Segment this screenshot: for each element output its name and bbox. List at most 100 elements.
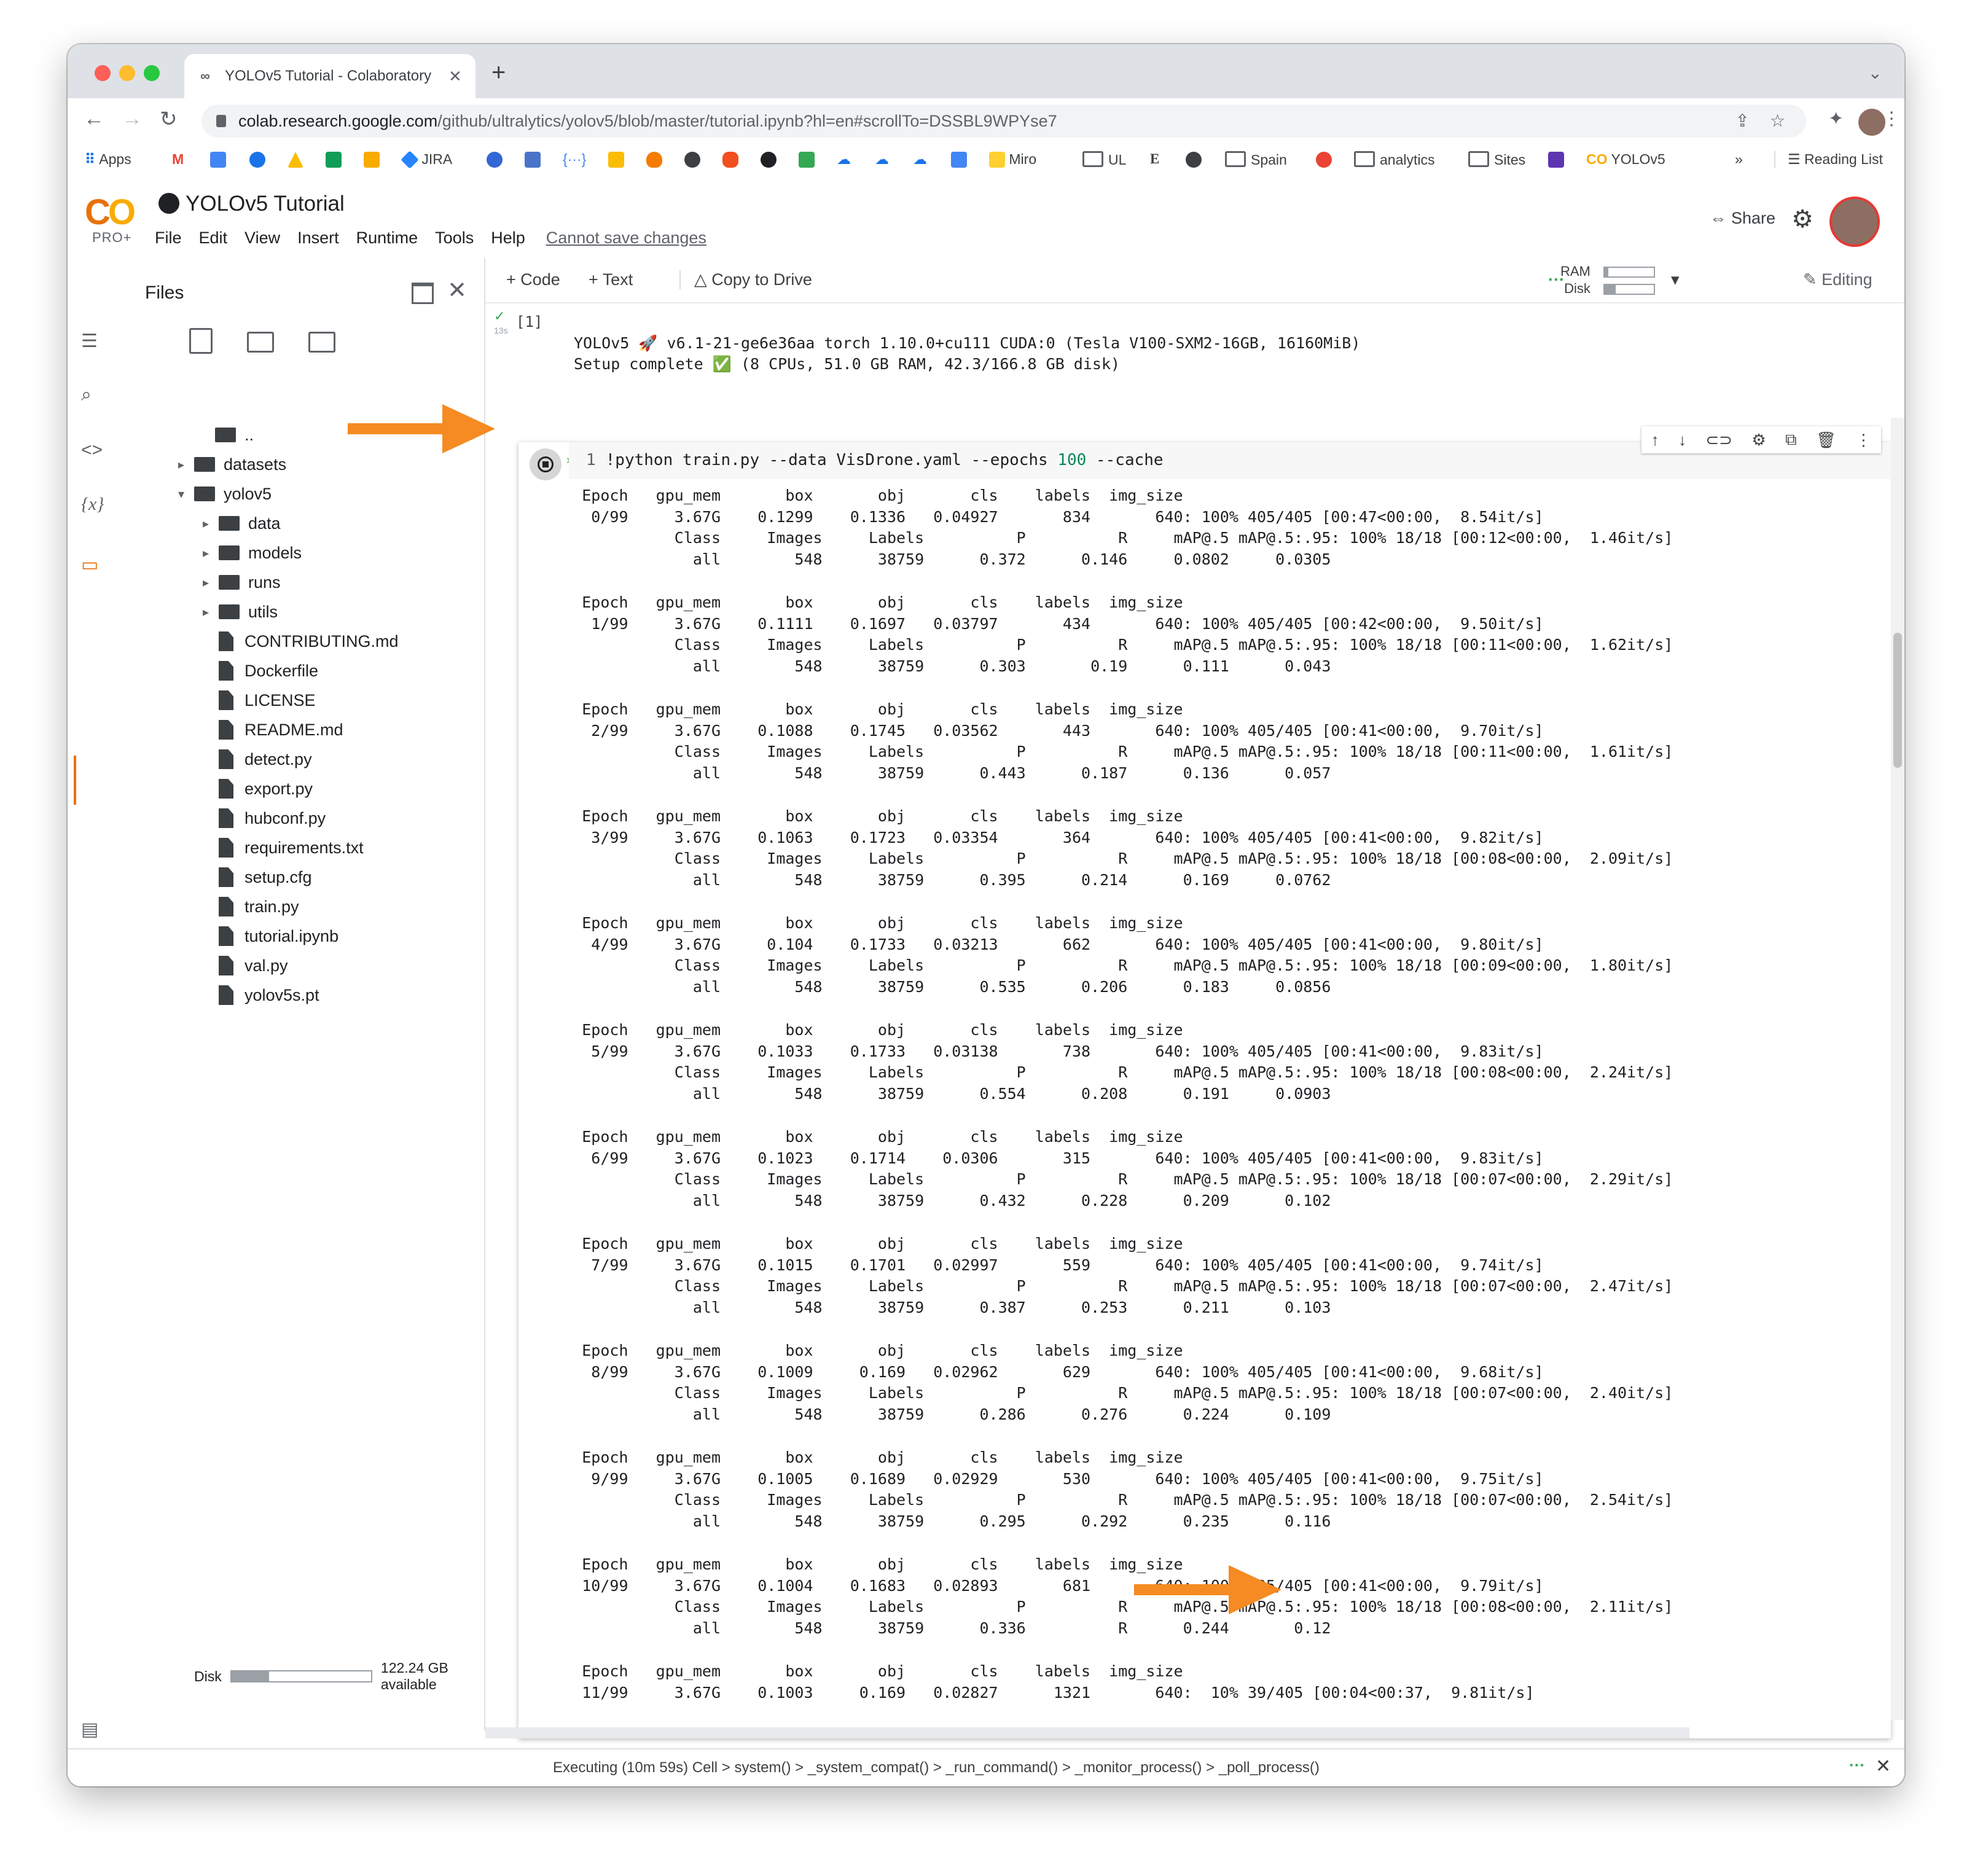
file-tree-file[interactable]: LICENSE: [203, 687, 316, 714]
colab-logo[interactable]: CO: [85, 192, 136, 233]
share-button[interactable]: ⇔ Share: [1710, 209, 1775, 228]
add-text-button[interactable]: + Text: [589, 270, 633, 289]
more-bookmarks-button[interactable]: »: [1735, 151, 1743, 168]
notebook-scrollbar[interactable]: [1891, 418, 1904, 1720]
search-icon[interactable]: ⌕: [81, 385, 92, 405]
browser-menu-icon[interactable]: ⋮: [1882, 108, 1901, 130]
bookmark-jira[interactable]: JIRA: [401, 150, 452, 169]
move-down-icon[interactable]: ↓: [1678, 431, 1686, 450]
chrome-bookmark-icon[interactable]: [1316, 151, 1332, 168]
grid-bookmark-icon[interactable]: [608, 151, 624, 168]
delete-trash-icon[interactable]: 🗑: [1816, 431, 1836, 450]
cloud-bookmark-icon-2[interactable]: ☁: [875, 151, 889, 168]
browser-tab[interactable]: ∞ YOLOv5 Tutorial - Colaboratory ✕: [184, 54, 475, 98]
close-window-button[interactable]: [95, 65, 111, 81]
globe-bookmark-icon[interactable]: [1186, 151, 1202, 168]
gmail-icon[interactable]: M: [172, 151, 184, 168]
flame-bookmark-icon[interactable]: [646, 151, 662, 168]
file-tree-file[interactable]: requirements.txt: [203, 834, 364, 861]
editing-mode-button[interactable]: ✎ Editing: [1803, 270, 1872, 289]
reload-button[interactable]: ↻: [160, 107, 178, 131]
minimize-window-button[interactable]: [119, 65, 135, 81]
ram-disk-indicator[interactable]: RAM Disk: [1560, 263, 1591, 297]
file-tree-file[interactable]: CONTRIBUTING.md: [203, 628, 399, 655]
move-up-icon[interactable]: ↑: [1651, 431, 1659, 450]
sheets-icon[interactable]: [326, 151, 342, 168]
caret-right-icon[interactable]: ▸: [203, 516, 219, 531]
file-tree-file[interactable]: train.py: [203, 893, 299, 920]
purple-bookmark-icon[interactable]: [1548, 151, 1564, 168]
forward-button[interactable]: →: [122, 107, 143, 131]
code-bookmark-icon[interactable]: {···}: [563, 151, 586, 168]
address-bar[interactable]: colab.research.google.com/github/ultraly…: [202, 104, 1806, 138]
chrome-icon[interactable]: [249, 151, 265, 168]
bookmark-apps[interactable]: ⠿ Apps: [85, 151, 131, 168]
files-folder-icon[interactable]: ▭: [81, 554, 98, 576]
file-tree-file[interactable]: hubconf.py: [203, 805, 326, 832]
variables-icon[interactable]: {x}: [81, 494, 104, 515]
maximize-window-button[interactable]: [144, 65, 160, 81]
package-icon[interactable]: [364, 151, 380, 168]
mount-drive-icon[interactable]: [308, 332, 335, 353]
caret-right-icon[interactable]: ▸: [203, 604, 219, 620]
bookmark-spain[interactable]: Spain: [1225, 151, 1287, 168]
new-tab-button[interactable]: +: [491, 59, 506, 87]
file-tree-folder[interactable]: ▸ datasets: [178, 451, 286, 478]
file-tree-file[interactable]: val.py: [203, 952, 288, 979]
file-tree-file[interactable]: tutorial.ipynb: [203, 923, 338, 950]
file-tree-file[interactable]: README.md: [203, 716, 343, 743]
file-tree-folder[interactable]: ▸ utils: [203, 598, 278, 625]
file-tree-folder[interactable]: ▸ data: [203, 510, 281, 537]
gear-bookmark-icon[interactable]: [487, 151, 503, 168]
menu-insert[interactable]: Insert: [297, 229, 339, 248]
menu-runtime[interactable]: Runtime: [356, 229, 418, 248]
refresh-folder-icon[interactable]: [247, 332, 274, 353]
github-icon[interactable]: [761, 151, 777, 168]
command-palette-icon[interactable]: ▤: [81, 1719, 98, 1740]
table-bookmark-icon[interactable]: [525, 151, 541, 168]
cloud-bookmark-icon-3[interactable]: ☁: [913, 151, 927, 168]
runtime-dropdown-icon[interactable]: ▾: [1671, 270, 1680, 289]
file-tree-folder[interactable]: ▸ runs: [203, 569, 281, 596]
open-in-tab-icon[interactable]: [412, 283, 434, 304]
account-avatar[interactable]: [1829, 197, 1880, 247]
drive-icon[interactable]: [288, 151, 303, 168]
file-tree-folder[interactable]: ▾ yolov5: [178, 480, 272, 507]
link-icon[interactable]: ⊂⊃: [1705, 431, 1732, 450]
code-snippets-icon[interactable]: <>: [81, 440, 103, 461]
mirror-cell-icon[interactable]: ⧉: [1785, 430, 1797, 450]
code-cell-train[interactable]: › 1!python train.py --data VisDrone.yaml…: [518, 426, 1891, 1738]
reading-list-button[interactable]: ☰ Reading List: [1774, 151, 1883, 168]
share-page-icon[interactable]: ⇪: [1735, 111, 1750, 131]
bookmark-ul[interactable]: UL: [1082, 151, 1126, 168]
bookmark-analytics[interactable]: analytics: [1354, 151, 1434, 168]
caret-right-icon[interactable]: ▸: [203, 575, 219, 590]
close-status-icon[interactable]: ✕: [1876, 1756, 1891, 1777]
calendar-icon[interactable]: [210, 151, 226, 168]
scrollbar-thumb[interactable]: [1893, 633, 1902, 768]
more-options-icon[interactable]: ⋮: [1855, 431, 1871, 450]
file-tree-file[interactable]: export.py: [203, 775, 313, 802]
caret-right-icon[interactable]: ▸: [203, 545, 219, 561]
horizontal-scrollbar[interactable]: [485, 1727, 1689, 1738]
table-of-contents-icon[interactable]: ☰: [81, 330, 98, 352]
file-tree-file[interactable]: yolov5s.pt: [203, 982, 319, 1009]
parent-folder[interactable]: ..: [215, 421, 254, 448]
file-tree-folder[interactable]: ▸ models: [203, 539, 302, 566]
settings-gear-icon[interactable]: ⚙: [1791, 205, 1814, 233]
layers-bookmark-icon[interactable]: [799, 151, 815, 168]
cannot-save-link[interactable]: Cannot save changes: [546, 229, 706, 248]
code-line[interactable]: 1 !python train.py --data VisDrone.yaml -…: [586, 451, 1164, 469]
e-bookmark-icon[interactable]: E: [1150, 151, 1159, 167]
back-button[interactable]: ←: [84, 107, 104, 131]
file-tree-file[interactable]: detect.py: [203, 746, 312, 773]
stop-execution-button[interactable]: [530, 448, 561, 480]
caret-down-icon[interactable]: ▾: [178, 487, 194, 502]
bookmark-sites[interactable]: Sites: [1468, 151, 1525, 168]
figma-icon[interactable]: [722, 151, 738, 168]
menu-tools[interactable]: Tools: [435, 229, 474, 248]
close-tab-icon[interactable]: ✕: [448, 67, 462, 86]
close-panel-icon[interactable]: ✕: [447, 276, 467, 304]
menu-help[interactable]: Help: [491, 229, 525, 248]
bookmark-yolov5[interactable]: CO YOLOv5: [1586, 151, 1665, 168]
